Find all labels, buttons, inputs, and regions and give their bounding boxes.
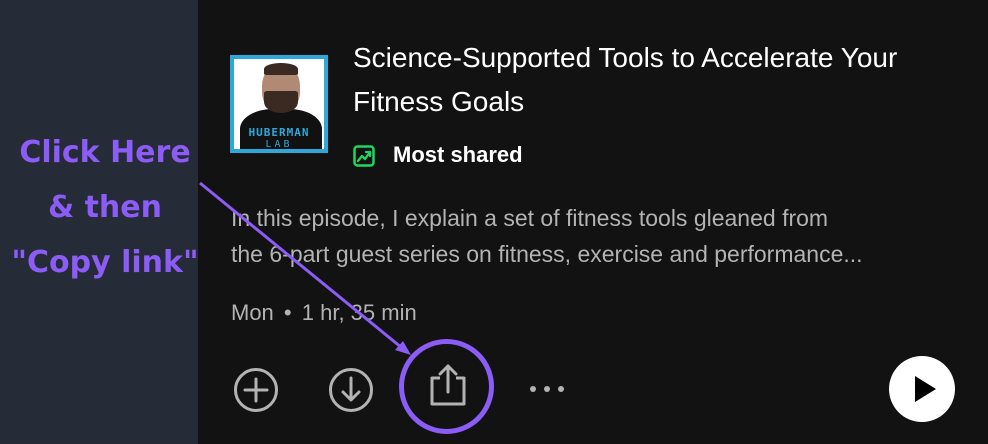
annotation-arrow [199, 181, 411, 355]
